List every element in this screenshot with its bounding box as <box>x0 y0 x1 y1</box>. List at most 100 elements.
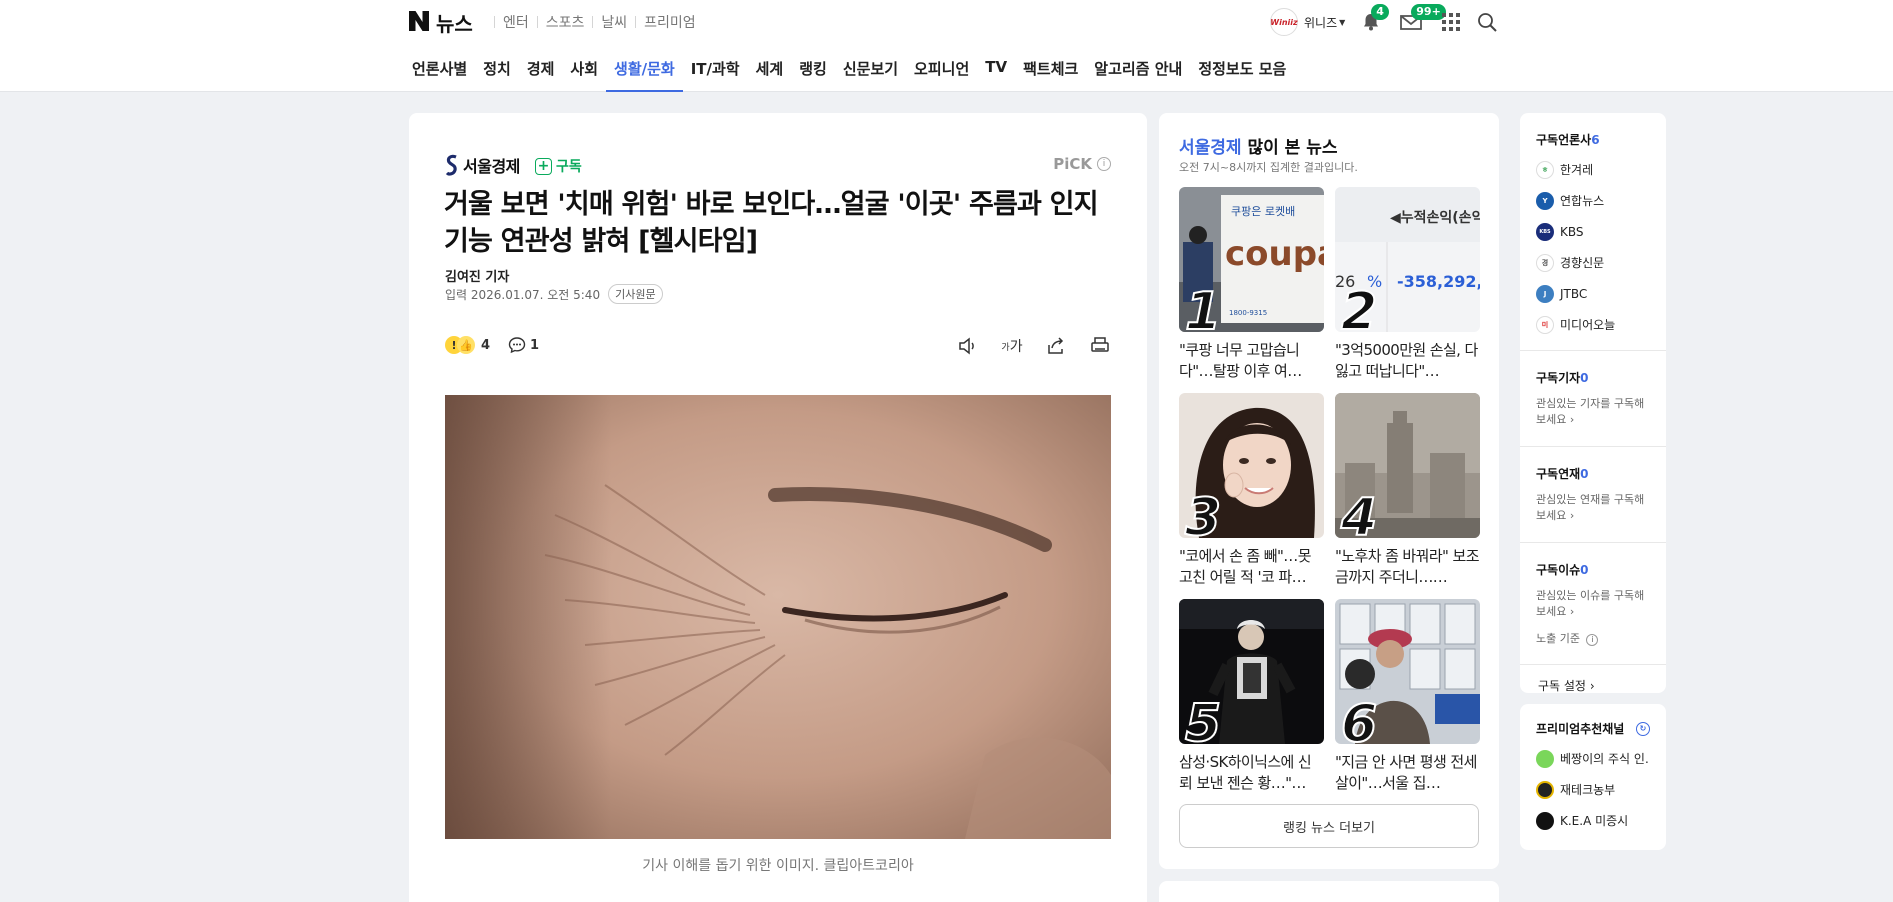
avatar[interactable]: Winiiz <box>1270 8 1298 36</box>
subscribed-issues-section: 구독이슈0 관심있는 이슈를 구독해보세요 › 노출 기준 i <box>1520 543 1666 665</box>
nav-item-ranking[interactable]: 랭킹 <box>791 58 835 92</box>
ranking-item[interactable]: ◀누적손익(손익 26 % -358,292, 2 "3억5000만원 손실, … <box>1335 187 1480 382</box>
article-photo[interactable] <box>445 395 1111 839</box>
ranking-title[interactable]: 서울경제 많이 본 뉴스 <box>1179 133 1338 158</box>
subscribed-issues-header[interactable]: 구독이슈0 <box>1536 561 1650 578</box>
nav-item-politics[interactable]: 정치 <box>475 58 519 92</box>
exposure-criteria[interactable]: 노출 기준 i <box>1536 630 1650 646</box>
tts-button[interactable] <box>957 335 979 357</box>
ranking-item[interactable]: 쿠팡은 로켓배 coupa 1800-9315 1 "쿠팡 너무 고맙습니다"…… <box>1179 187 1324 382</box>
subscription-settings-label: 구독 설정 <box>1538 679 1586 693</box>
subscribed-series-label: 구독연재 <box>1536 467 1581 481</box>
nav-item-world[interactable]: 세계 <box>748 58 792 92</box>
premium-channel-item[interactable]: K.E.A 미증시 <box>1536 805 1650 836</box>
nav-item-it-science[interactable]: IT/과학 <box>683 58 748 92</box>
premium-channel-item[interactable]: 베짱이의 주식 인… <box>1536 743 1650 774</box>
ranking-item[interactable]: 3 "코에서 손 좀 빼"…못 고친 어릴 적 '코 파… <box>1179 393 1324 588</box>
apps-button[interactable] <box>1439 10 1463 34</box>
service-link-entertain[interactable]: 엔터 <box>503 12 529 32</box>
nav-item-economy[interactable]: 경제 <box>519 58 563 92</box>
naver-n-logo[interactable] <box>408 10 430 32</box>
nav-item-opinion[interactable]: 오피니언 <box>906 58 977 92</box>
nav-item-corrections[interactable]: 정정보도 모음 <box>1190 58 1294 92</box>
top-bar: 뉴스 엔터 스포츠 날씨 프리미엄 Winiiz 위니즈 ▼ 4 99+ 언론사… <box>0 0 1893 92</box>
search-icon <box>1478 13 1497 32</box>
chevron-right-icon: › <box>1569 605 1575 618</box>
nav-item-algorithm[interactable]: 알고리즘 안내 <box>1086 58 1190 92</box>
notification-button[interactable]: 4 <box>1359 4 1389 34</box>
subscription-sidebar: 구독언론사6 ㅎ 한겨레 Y 연합뉴스 KBS KBS 경 경향신문 J JTB… <box>1520 113 1666 693</box>
chevron-down-icon[interactable]: ▼ <box>1339 18 1345 27</box>
ranking-item[interactable]: 4 "노후차 좀 바꿔라" 보조금까지 주더니…… <box>1335 393 1480 588</box>
subscribed-series-header[interactable]: 구독연재0 <box>1536 465 1650 482</box>
press-item-khan[interactable]: 경 경향신문 <box>1536 247 1650 278</box>
press-item-hani[interactable]: ㅎ 한겨레 <box>1536 154 1650 185</box>
ranking-headline: "쿠팡 너무 고맙습니다"…탈팡 이후 여… <box>1179 341 1302 380</box>
ranking-card: 서울경제 많이 본 뉴스 오전 7시~8시까지 집계한 결과입니다. 쿠팡은 로… <box>1159 113 1499 869</box>
premium-channel-label: 재테크농부 <box>1560 783 1616 797</box>
reaction-button[interactable]: ! 👍 4 <box>445 336 490 354</box>
nav-item-life-culture[interactable]: 생활/문화 <box>606 58 683 92</box>
subscribed-press-label: 구독언론사 <box>1536 133 1592 147</box>
comment-icon <box>508 337 526 354</box>
premium-channel-item[interactable]: 재테크농부 <box>1536 774 1650 805</box>
reaction-row: ! 👍 4 1 <box>445 336 539 354</box>
nav-item-factcheck[interactable]: 팩트체크 <box>1015 58 1086 92</box>
font-size-button[interactable]: 가가 <box>1001 335 1023 357</box>
mail-button[interactable]: 99+ <box>1399 4 1446 34</box>
ranking-item[interactable]: 6 "지금 안 사면 평생 전세살이"…서울 집… <box>1335 599 1480 794</box>
subscription-settings-button[interactable]: 구독 설정 › <box>1520 665 1666 706</box>
category-nav: 언론사별 정치 경제 사회 생활/문화 IT/과학 세계 랭킹 신문보기 오피니… <box>404 58 1294 92</box>
subscribed-press-header[interactable]: 구독언론사6 <box>1536 131 1650 148</box>
channel-kea-icon <box>1536 811 1554 830</box>
pick-label: PiCK <box>1053 155 1092 173</box>
press-item-jtbc[interactable]: J JTBC <box>1536 278 1650 309</box>
refresh-icon[interactable]: ↻ <box>1636 721 1650 736</box>
user-name[interactable]: 위니즈 <box>1304 14 1337 31</box>
nav-item-press[interactable]: 언론사별 <box>404 58 475 92</box>
user-area: Winiiz 위니즈 ▼ 4 99+ <box>1270 4 1499 36</box>
print-button[interactable] <box>1089 335 1111 357</box>
series-cta[interactable]: 관심있는 연재를 구독해보세요 › <box>1536 492 1650 524</box>
original-article-button[interactable]: 기사원문 <box>608 284 663 304</box>
nav-item-tv[interactable]: TV <box>977 58 1015 92</box>
nav-item-newspaper[interactable]: 신문보기 <box>835 58 906 92</box>
info-icon[interactable]: i <box>1097 157 1111 171</box>
comment-button[interactable]: 1 <box>508 336 539 354</box>
service-link-weather[interactable]: 날씨 <box>601 12 627 32</box>
divider <box>494 16 495 28</box>
series-cta-text: 관심있는 연재를 구독해보세요 <box>1536 493 1645 522</box>
subscribe-button[interactable]: + 구독 <box>535 156 582 176</box>
reporters-cta[interactable]: 관심있는 기자를 구독해보세요 › <box>1536 396 1650 428</box>
article-headline: 거울 보면 '치매 위험' 바로 보인다…얼굴 '이곳' 주름과 인지 기능 연… <box>444 189 1099 257</box>
reporter-name[interactable]: 김여진 기자 <box>445 266 509 285</box>
search-button[interactable] <box>1475 10 1499 34</box>
subscribed-reporters-label: 구독기자 <box>1536 371 1581 385</box>
service-links: 엔터 스포츠 날씨 프리미엄 <box>486 12 696 32</box>
press-item-kbs[interactable]: KBS KBS <box>1536 216 1650 247</box>
press-item-mediatoday[interactable]: 미 미디어오늘 <box>1536 309 1650 340</box>
subscribed-reporters-count: 0 <box>1580 371 1589 385</box>
issues-cta[interactable]: 관심있는 이슈를 구독해보세요 › <box>1536 588 1650 620</box>
ranking-thumbnail: ◀누적손익(손익 26 % -358,292, 2 <box>1335 187 1480 332</box>
service-link-sports[interactable]: 스포츠 <box>546 12 585 32</box>
service-link-premium[interactable]: 프리미엄 <box>644 12 696 32</box>
article-tools: 가가 <box>935 335 1111 357</box>
press-item-label: 경향신문 <box>1560 256 1605 270</box>
article-card: 서울경제 + 구독 PiCK i 거울 보면 '치매 위험' 바로 보인다…얼굴… <box>409 113 1147 902</box>
rank-number: 5 <box>1184 694 1222 744</box>
news-logo-text[interactable]: 뉴스 <box>436 8 473 37</box>
subscribed-press-section: 구독언론사6 ㅎ 한겨레 Y 연합뉴스 KBS KBS 경 경향신문 J JTB… <box>1520 113 1666 351</box>
speaker-icon <box>959 337 974 355</box>
nav-item-society[interactable]: 사회 <box>562 58 606 92</box>
ranking-more-button[interactable]: 랭킹 뉴스 더보기 <box>1179 804 1479 848</box>
share-button[interactable] <box>1045 335 1067 357</box>
kbs-logo-icon: KBS <box>1536 222 1554 241</box>
pick-badge[interactable]: PiCK i <box>1053 155 1111 173</box>
press-logo[interactable]: 서울경제 <box>445 153 520 177</box>
thumb2-header: ◀누적손익(손익 <box>1390 209 1480 226</box>
press-item-yonhap[interactable]: Y 연합뉴스 <box>1536 185 1650 216</box>
rank-number: 4 <box>1340 488 1378 538</box>
ranking-item[interactable]: 5 삼성·SK하이닉스에 신뢰 보낸 젠슨 황…"… <box>1179 599 1324 794</box>
subscribed-reporters-header[interactable]: 구독기자0 <box>1536 369 1650 386</box>
